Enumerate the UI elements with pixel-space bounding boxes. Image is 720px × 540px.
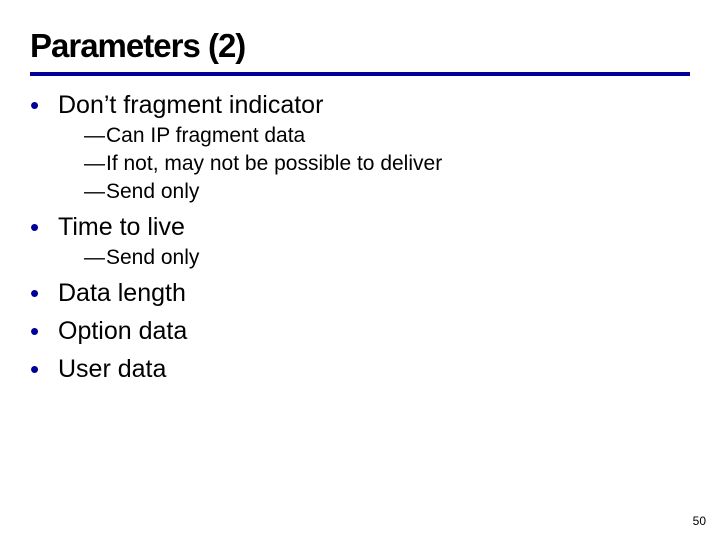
bullet-text: Time to live (58, 212, 185, 242)
bullet-dot-icon: • (30, 316, 58, 346)
bullet-level1: • Data length (30, 278, 690, 308)
bullet-dot-icon: • (30, 90, 58, 120)
sub-bullet-group: — Send only (84, 245, 690, 270)
bullet-level1: • Time to live (30, 212, 690, 242)
slide-body: • Don’t fragment indicator — Can IP frag… (30, 82, 690, 384)
slide-title: Parameters (2) (30, 28, 245, 64)
bullet-text: Don’t fragment indicator (58, 90, 323, 120)
bullet-dot-icon: • (30, 354, 58, 384)
bullet-level1: • User data (30, 354, 690, 384)
bullet-level2: — If not, may not be possible to deliver (84, 151, 690, 176)
bullet-dot-icon: • (30, 278, 58, 308)
bullet-text: Option data (58, 316, 187, 346)
em-dash-icon: — (84, 179, 106, 204)
em-dash-icon: — (84, 151, 106, 176)
sub-bullet-text: Send only (106, 179, 199, 204)
page-number: 50 (693, 514, 706, 528)
bullet-level1: • Don’t fragment indicator (30, 90, 690, 120)
bullet-level2: — Send only (84, 245, 690, 270)
title-underline (30, 72, 690, 76)
bullet-text: Data length (58, 278, 186, 308)
sub-bullet-text: Can IP fragment data (106, 123, 305, 148)
bullet-level2: — Send only (84, 179, 690, 204)
slide: Parameters (2) • Don’t fragment indicato… (0, 0, 720, 540)
em-dash-icon: — (84, 123, 106, 148)
bullet-dot-icon: • (30, 212, 58, 242)
sub-bullet-group: — Can IP fragment data — If not, may not… (84, 123, 690, 204)
em-dash-icon: — (84, 245, 106, 270)
bullet-text: User data (58, 354, 166, 384)
sub-bullet-text: Send only (106, 245, 199, 270)
bullet-level2: — Can IP fragment data (84, 123, 690, 148)
sub-bullet-text: If not, may not be possible to deliver (106, 151, 442, 176)
bullet-level1: • Option data (30, 316, 690, 346)
